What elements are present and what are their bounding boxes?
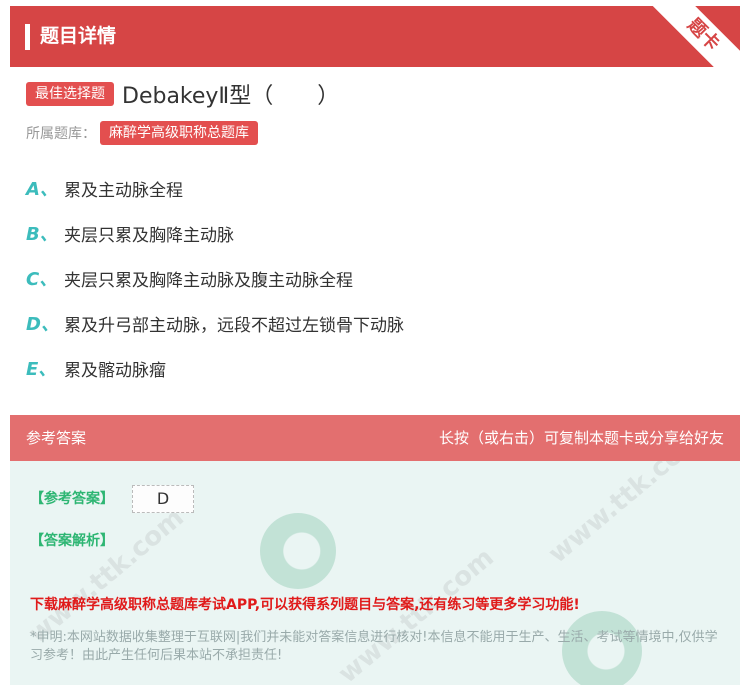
question-source: 所属题库： 麻醉学高级职称总题库 [26,120,258,146]
option-letter: D、 [26,314,59,335]
watermark-logo-icon [260,513,336,589]
option-text: 夹层只累及胸降主动脉 [64,225,234,246]
answer-label: 【参考答案】 [30,491,114,507]
option-a[interactable]: A、 累及主动脉全程 [26,175,183,201]
ribbon-label: 题卡 [650,6,740,67]
corner-ribbon: 题卡 [650,6,740,67]
option-d[interactable]: D、 累及升弓部主动脉，远段不超过左锁骨下动脉 [26,310,404,336]
watermark-icon: www.ttk.com [22,502,190,650]
option-text: 累及主动脉全程 [64,180,183,201]
option-text: 累及升弓部主动脉，远段不超过左锁骨下动脉 [64,315,404,336]
option-b[interactable]: B、 夹层只累及胸降主动脉 [26,220,234,246]
analysis-label: 【答案解析】 [30,533,114,549]
answer-header-title: 参考答案 [26,429,87,447]
option-letter: E、 [26,359,57,380]
disclaimer-text: *申明:本网站数据收集整理于互联网|我们并未能对答案信息进行核对!本信息不能用于… [30,630,718,663]
option-c[interactable]: C、 夹层只累及胸降主动脉及腹主动脉全程 [26,265,353,291]
question-row: 最佳选择题 DebakeyⅡ型（ ） [26,78,339,110]
page-title: 题目详情 [40,25,117,47]
option-text: 累及髂动脉瘤 [64,360,166,381]
answer-header: 参考答案 长按（或右击）可复制本题卡或分享给好友 [10,415,740,461]
header-accent-bar [25,24,30,50]
option-letter: A、 [26,179,58,200]
option-text: 夹层只累及胸降主动脉及腹主动脉全程 [64,270,353,291]
question-text: DebakeyⅡ型（ ） [122,84,340,109]
app-download-link[interactable]: 下载麻醉学高级职称总题库考试APP,可以获得系列题目与答案,还有练习等更多学习功… [30,594,580,614]
question-type-tag: 最佳选择题 [26,82,114,106]
option-letter: C、 [26,269,58,290]
option-letter: B、 [26,224,58,245]
page-header: 题目详情 题卡 [10,6,740,67]
source-link[interactable]: 麻醉学高级职称总题库 [100,121,258,145]
watermark-icon: www.ttk.com [542,461,710,570]
source-label: 所属题库： [26,126,96,142]
share-hint: 长按（或右击）可复制本题卡或分享给好友 [438,429,724,447]
answer-body: www.ttk.com www.ttk.com www.ttk.com 【参考答… [10,461,740,685]
answer-value: D [132,485,194,513]
option-e[interactable]: E、 累及髂动脉瘤 [26,355,166,381]
